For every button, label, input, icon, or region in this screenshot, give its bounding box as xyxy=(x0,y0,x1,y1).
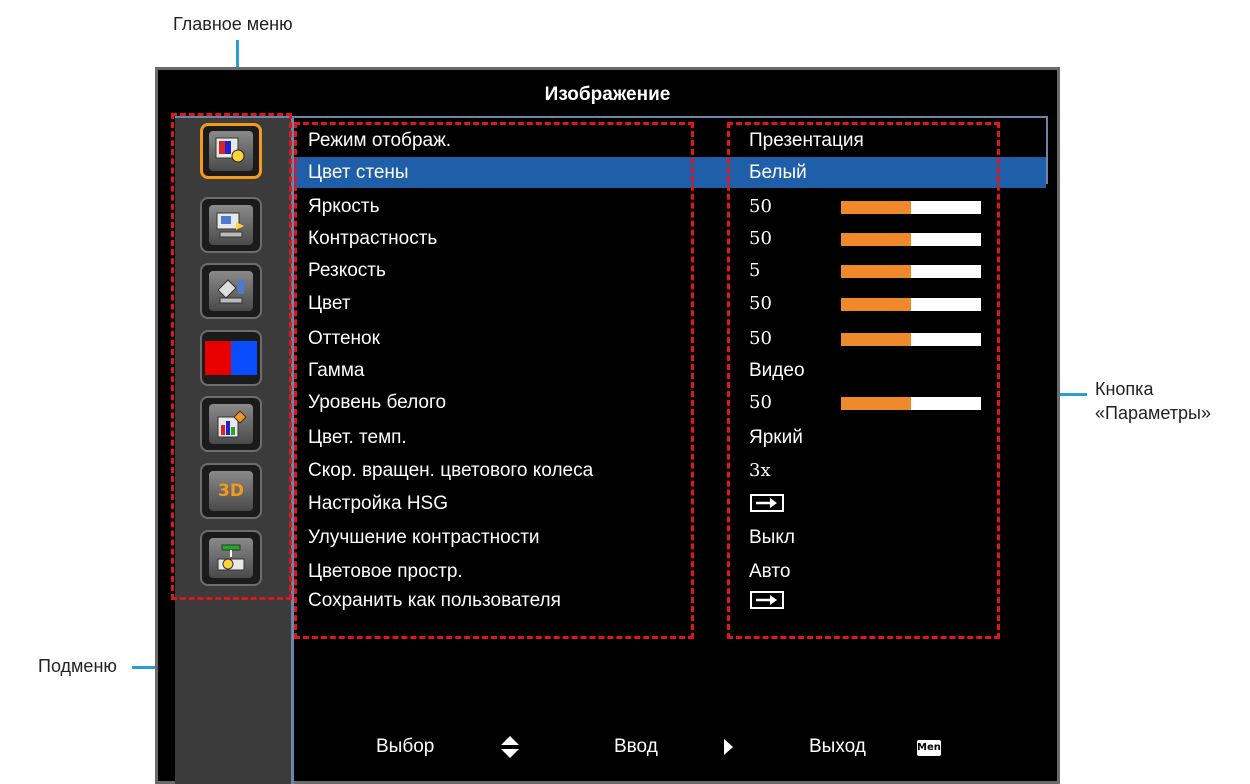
window-title: Изображение xyxy=(544,84,671,105)
submenu-callout: Подменю xyxy=(38,656,117,676)
right-arrow-icon xyxy=(722,738,734,762)
submenu-highlight-box xyxy=(294,122,694,639)
header-divider xyxy=(175,116,1048,118)
options-highlight-box xyxy=(727,122,1000,639)
main-menu-highlight-box xyxy=(171,113,292,600)
menu-button-icon: Menu xyxy=(917,740,948,756)
right-frame-line xyxy=(1046,116,1048,184)
options-button-callout: Кнопка «Параметры» xyxy=(1095,377,1211,425)
osd-window: Изображение 3D Режим отображ. Презентаци… xyxy=(155,67,1060,784)
footer-exit-label: Выход xyxy=(809,736,866,757)
footer-hints: Выбор Ввод Выход Menu xyxy=(294,732,1054,762)
up-down-arrows-icon xyxy=(499,734,521,766)
main-menu-callout: Главное меню xyxy=(173,14,293,34)
options-button-callout-line2: «Параметры» xyxy=(1095,403,1211,423)
footer-select-label: Выбор xyxy=(376,736,435,757)
options-button-callout-line1: Кнопка xyxy=(1095,379,1154,399)
footer-enter-label: Ввод xyxy=(614,736,658,757)
